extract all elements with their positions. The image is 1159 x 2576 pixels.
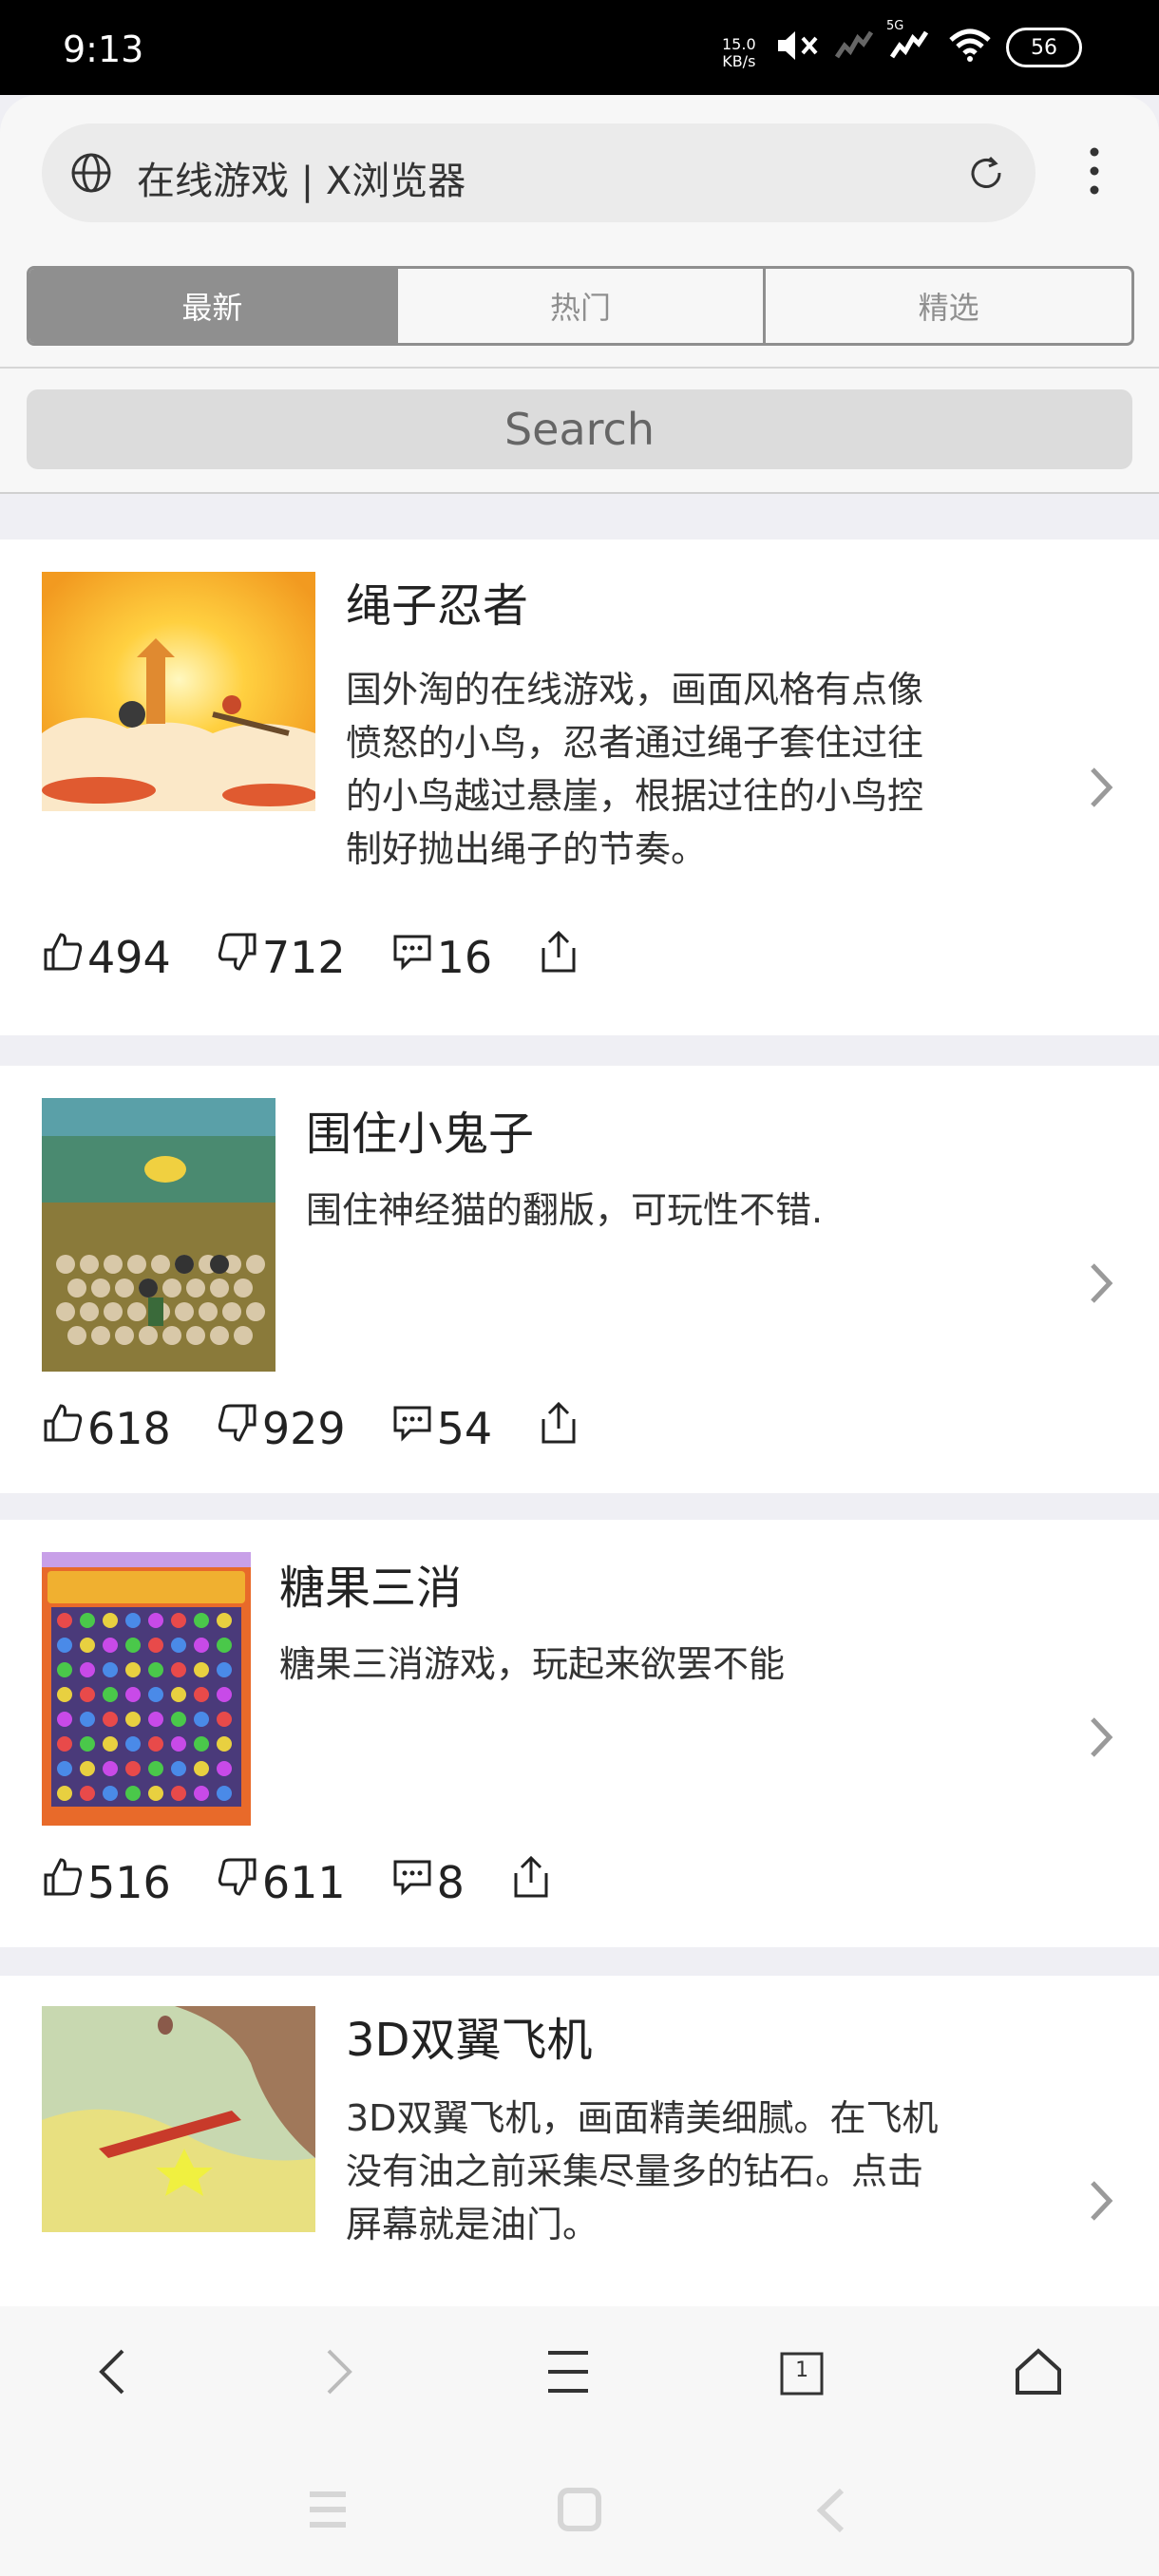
back-icon[interactable]: [94, 2345, 132, 2402]
chevron-right-icon[interactable]: [1087, 1260, 1115, 1311]
tab-bar: 最新 热门 精选: [0, 247, 1159, 369]
tab-featured[interactable]: 精选: [766, 269, 1131, 343]
game-card-candy[interactable]: 糖果三消 糖果三消游戏，玩起来欲罢不能 516 611 8: [0, 1520, 1159, 1947]
comment-button[interactable]: 16: [391, 931, 493, 983]
page-title: 在线游戏 | X浏览器: [137, 160, 466, 203]
status-bar: 9:13 15.0 KB/s 5G 56: [0, 0, 1159, 95]
game-description: 糖果三消游戏，玩起来欲罢不能: [279, 1643, 786, 1685]
game-title: 围住小鬼子: [306, 1108, 535, 1161]
comment-button[interactable]: 8: [391, 1856, 465, 1908]
game-description: 国外淘的在线游戏，画面风格有点像愤怒的小鸟，忍者通过绳子套住过往的小鸟越过悬崖，…: [346, 669, 924, 870]
wifi-icon: [947, 27, 993, 68]
url-box[interactable]: 在线游戏 | X浏览器: [42, 123, 1036, 222]
comment-count: 54: [436, 1402, 493, 1454]
dislike-count: 611: [261, 1856, 346, 1908]
network-speed: 15.0 KB/s: [722, 36, 756, 70]
share-icon: [538, 1400, 583, 1456]
mute-icon: [774, 27, 820, 68]
signal-5g-icon: 5G: [886, 19, 934, 68]
back-nav-icon[interactable]: [815, 2487, 847, 2538]
game-card-rope-ninja[interactable]: 绳子忍者 国外淘的在线游戏，画面风格有点像愤怒的小鸟，忍者通过绳子套住过往的小鸟…: [0, 540, 1159, 1035]
browser-page: 在线游戏 | X浏览器 最新 热门 精选 Search 绳子忍者 国外淘的在线游…: [0, 95, 1159, 2310]
thumbs-down-icon: [217, 1856, 262, 1908]
segmented-control: 最新 热门 精选: [27, 266, 1134, 346]
thumbs-up-icon: [42, 931, 87, 983]
game-description: 围住神经猫的翻版，可玩性不错.: [306, 1189, 824, 1231]
tab-latest[interactable]: 最新: [29, 269, 398, 343]
system-nav-bar: [0, 2441, 1159, 2576]
dislike-button[interactable]: 712: [217, 931, 346, 983]
thumbs-up-icon: [42, 1402, 87, 1454]
menu-icon[interactable]: [544, 2345, 592, 2402]
home-icon[interactable]: [1012, 2345, 1065, 2402]
comment-count: 8: [436, 1856, 465, 1908]
like-button[interactable]: 516: [42, 1856, 171, 1908]
game-thumbnail: [42, 1552, 251, 1826]
share-icon: [538, 929, 583, 985]
chevron-right-icon[interactable]: [1087, 1714, 1115, 1765]
search-input[interactable]: Search: [27, 389, 1132, 469]
network-type: 5G: [886, 19, 904, 33]
globe-icon: [70, 152, 112, 194]
thumbs-down-icon: [217, 931, 262, 983]
game-card-biplane[interactable]: 3D双翼飞机 3D双翼飞机，画面精美细腻。在飞机没有油之前采集尽量多的钻石。点击…: [0, 1976, 1159, 2310]
like-button[interactable]: 494: [42, 931, 171, 983]
thumbs-up-icon: [42, 1856, 87, 1908]
game-stats: 516 611 8: [42, 1854, 601, 1910]
share-button[interactable]: [510, 1854, 556, 1910]
tab-count: 1: [795, 2358, 809, 2382]
game-title: 糖果三消: [279, 1562, 463, 1615]
dislike-button[interactable]: 611: [217, 1856, 346, 1908]
comment-count: 16: [436, 931, 493, 983]
battery-indicator: 56: [1006, 28, 1082, 67]
like-count: 494: [87, 931, 171, 983]
home-nav-icon[interactable]: [557, 2487, 602, 2536]
refresh-icon[interactable]: [965, 152, 1007, 194]
game-title: 绳子忍者: [346, 579, 529, 633]
network-speed-value: 15.0: [722, 35, 756, 53]
game-stats: 494 712 16: [42, 929, 629, 985]
share-button[interactable]: [538, 929, 583, 985]
dislike-count: 929: [261, 1402, 346, 1454]
like-count: 618: [87, 1402, 171, 1454]
comment-icon: [391, 1402, 437, 1454]
game-description: 3D双翼飞机，画面精美细腻。在飞机没有油之前采集尽量多的钻石。点击屏幕就是油门。: [346, 2097, 939, 2245]
like-button[interactable]: 618: [42, 1402, 171, 1454]
dislike-button[interactable]: 929: [217, 1402, 346, 1454]
game-thumbnail: [42, 1098, 276, 1372]
address-bar: 在线游戏 | X浏览器: [0, 95, 1159, 247]
recents-icon[interactable]: [306, 2489, 350, 2534]
chevron-right-icon[interactable]: [1087, 2177, 1115, 2228]
game-card-surround[interactable]: 围住小鬼子 围住神经猫的翻版，可玩性不错. 618 929 54: [0, 1066, 1159, 1493]
thumbs-down-icon: [217, 1402, 262, 1454]
more-menu-icon[interactable]: [1083, 144, 1106, 201]
game-stats: 618 929 54: [42, 1400, 629, 1456]
search-bar: Search: [0, 369, 1159, 494]
chevron-right-icon[interactable]: [1087, 764, 1115, 815]
status-icons: 5G 56: [774, 19, 1082, 68]
browser-toolbar: 1: [0, 2306, 1159, 2441]
like-count: 516: [87, 1856, 171, 1908]
forward-icon[interactable]: [319, 2345, 357, 2402]
comment-icon: [391, 1856, 437, 1908]
comment-button[interactable]: 54: [391, 1402, 493, 1454]
game-title: 3D双翼飞机: [346, 2014, 593, 2067]
share-button[interactable]: [538, 1400, 583, 1456]
share-icon: [510, 1854, 556, 1910]
comment-icon: [391, 931, 437, 983]
signal-1-icon: [833, 27, 875, 68]
tabs-icon[interactable]: 1: [779, 2351, 825, 2396]
tab-hot[interactable]: 热门: [398, 269, 767, 343]
game-thumbnail: [42, 572, 315, 811]
game-thumbnail: [42, 2006, 315, 2232]
status-time: 9:13: [63, 28, 144, 70]
dislike-count: 712: [261, 931, 346, 983]
network-speed-unit: KB/s: [722, 52, 756, 70]
